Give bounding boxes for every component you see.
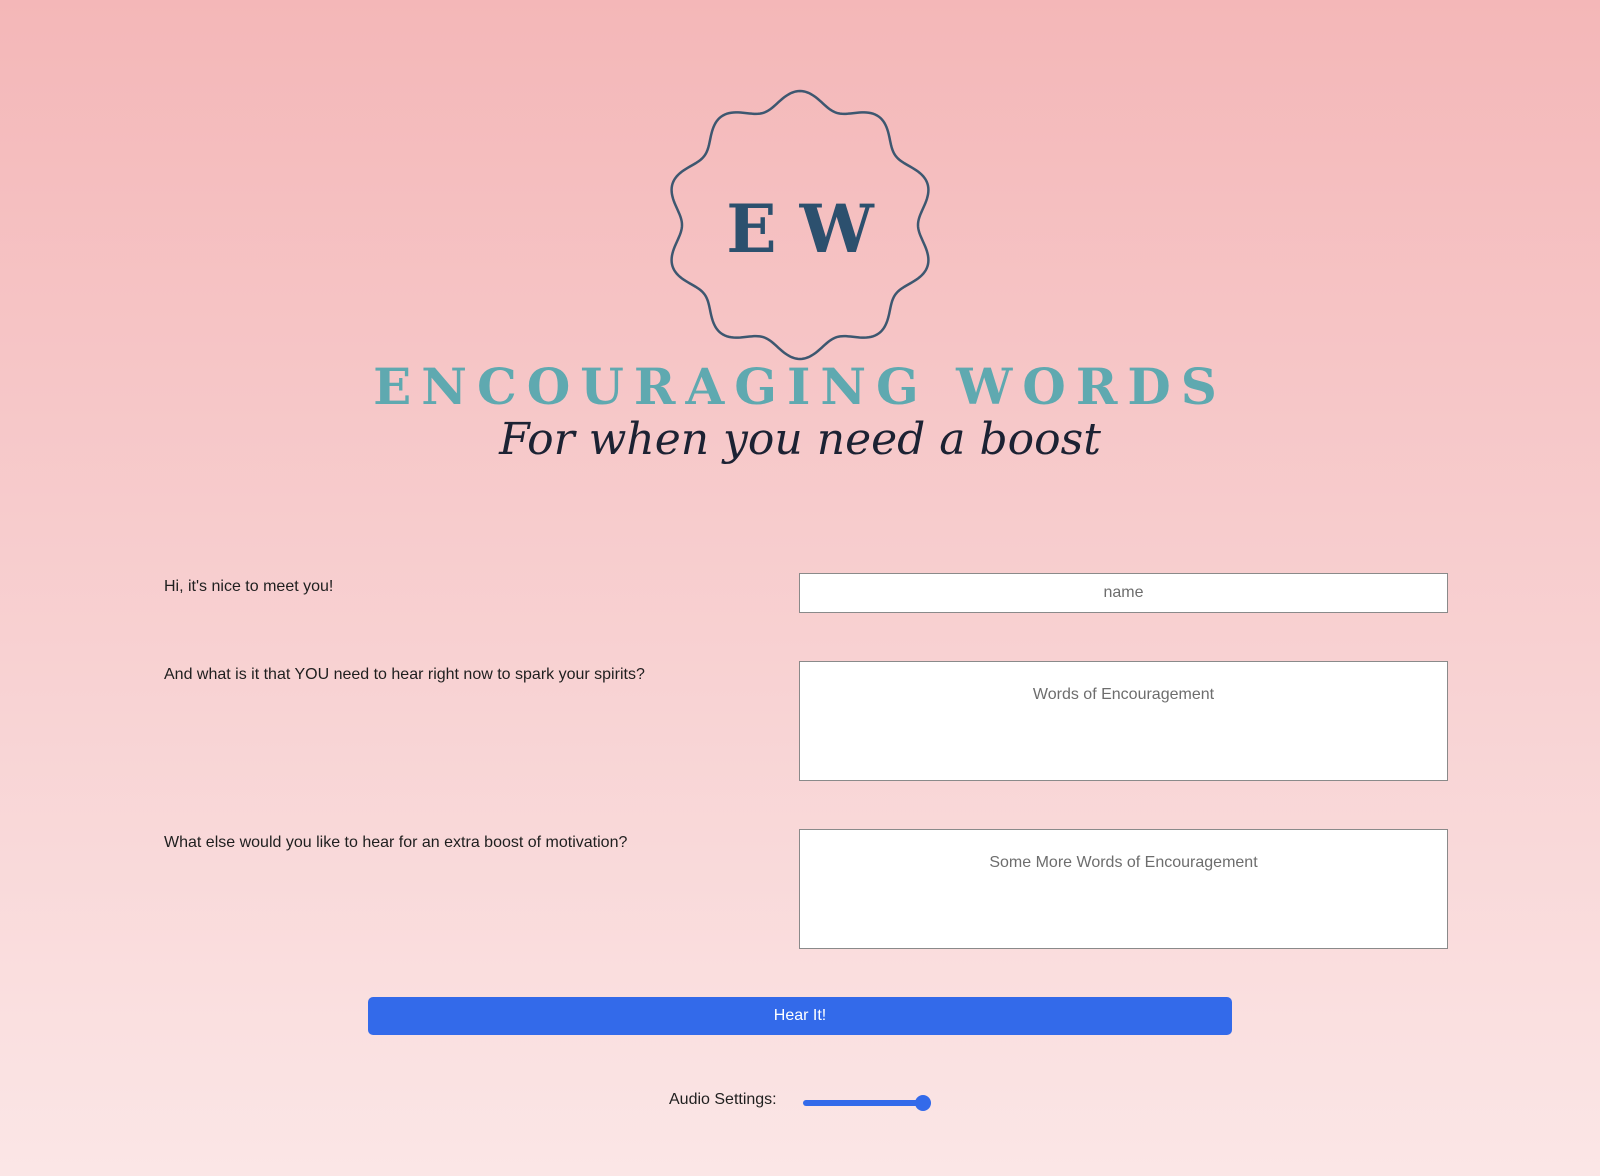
words-prompt: And what is it that YOU need to hear rig… [164,666,645,683]
more-words-textarea[interactable] [799,829,1448,949]
volume-slider-thumb[interactable] [915,1095,931,1111]
audio-settings-label: Audio Settings: [669,1091,777,1108]
name-prompt: Hi, it's nice to meet you! [164,578,334,595]
words-textarea[interactable] [799,661,1448,781]
logo-monogram: E W [726,190,874,268]
more-words-prompt: What else would you like to hear for an … [164,834,628,851]
brand-title: ENCOURAGING WORDS [373,357,1227,416]
brand-tagline: For when you need a boost [499,414,1101,465]
name-input[interactable] [799,573,1448,613]
hear-it-button[interactable]: Hear It! [368,997,1232,1035]
volume-slider-track[interactable] [803,1100,931,1106]
volume-slider[interactable] [803,1093,931,1113]
